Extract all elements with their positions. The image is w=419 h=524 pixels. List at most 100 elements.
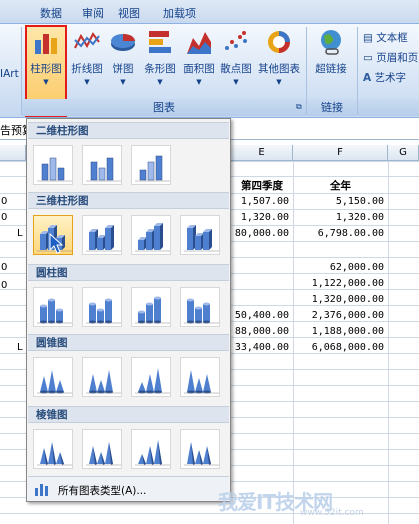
line-chart-button[interactable]: 折线图 ▼ [69, 28, 105, 98]
column-header-g[interactable]: G [388, 145, 419, 161]
column-chart-button[interactable]: 柱形图 ▼ [27, 28, 65, 98]
column-header-e[interactable]: E [231, 145, 293, 161]
cell-value[interactable]: 1,122,000.00 [293, 278, 384, 289]
line-chart-icon [74, 32, 100, 49]
chart-group-title: 图表 [153, 101, 175, 114]
other-charts-icon [268, 31, 290, 53]
chart-subtype-option[interactable] [33, 215, 73, 255]
chart-subtype-option[interactable] [33, 357, 73, 397]
pie-chart-icon [111, 34, 135, 51]
cell-value[interactable]: 1,320.00 [293, 212, 384, 223]
cell-fragment[interactable]: L [17, 228, 23, 239]
tab-data[interactable]: 数据 [40, 5, 62, 21]
cell-value[interactable]: 80,000.00 [231, 228, 289, 239]
chart-subtype-option[interactable] [131, 357, 171, 397]
chevron-down-icon: ▼ [157, 78, 163, 86]
cell-fragment[interactable]: 0 [1, 196, 7, 207]
dialog-launcher-icon[interactable]: ⧉ [296, 102, 302, 112]
textbox-label: 文本框 [376, 32, 408, 44]
chart-subtype-option[interactable] [180, 287, 220, 327]
chart-subtype-icon [86, 370, 121, 394]
cell-value[interactable]: 1,507.00 [231, 196, 289, 207]
textbox-button[interactable]: ▤ 文本框 [363, 30, 408, 45]
cell-value[interactable]: 5,150.00 [293, 196, 384, 207]
scatter-chart-label: 散点图 [220, 63, 252, 75]
chart-subtype-option[interactable] [180, 429, 220, 469]
cell-value[interactable]: 50,400.00 [231, 310, 289, 321]
cell-value[interactable]: 1,320,000.00 [293, 294, 384, 305]
chart-subtype-option[interactable] [82, 287, 122, 327]
column-header-fragment[interactable] [0, 145, 26, 161]
chart-subtype-icon [184, 225, 219, 252]
chevron-down-icon: ▼ [276, 78, 282, 86]
chart-subtype-option[interactable] [180, 357, 220, 397]
all-chart-types-label: 所有图表类型(A)... [58, 485, 147, 497]
text-group-label [358, 99, 419, 116]
chart-subtype-icon [37, 442, 72, 466]
header-footer-button[interactable]: ▭ 页眉和页 [363, 50, 418, 65]
other-charts-button[interactable]: 其他图表 ▼ [256, 28, 302, 98]
chart-subtype-icon [135, 440, 170, 466]
chevron-down-icon: ▼ [84, 78, 90, 86]
chart-subtype-option[interactable] [131, 145, 171, 185]
chart-subtype-icon [37, 225, 72, 254]
chart-subtype-icon [86, 157, 121, 182]
chart-subtype-option[interactable] [82, 215, 122, 255]
link-group-label: 链接 [307, 99, 357, 116]
bar-chart-label: 条形图 [144, 63, 176, 75]
chart-subtype-option[interactable] [180, 215, 220, 255]
cell-header-year[interactable]: 全年 [293, 178, 388, 193]
cell-fragment[interactable]: 0 [1, 262, 7, 273]
cell-fragment[interactable]: L [17, 342, 23, 353]
cell-value[interactable]: 2,376,000.00 [293, 310, 384, 321]
cell-value[interactable]: 62,000.00 [293, 262, 384, 273]
column-header-f[interactable]: F [293, 145, 388, 161]
chart-subtype-icon [86, 442, 121, 466]
cell-value[interactable]: 6,068,000.00 [293, 342, 384, 353]
link-group-title: 链接 [321, 101, 343, 114]
bar-chart-button[interactable]: 条形图 ▼ [142, 28, 178, 98]
gallery-section-header: 圆柱图 [28, 264, 229, 281]
cell-header-q4[interactable]: 第四季度 [231, 178, 293, 193]
tab-review[interactable]: 审阅 [82, 5, 104, 21]
cell-value[interactable]: 33,400.00 [231, 342, 289, 353]
chart-subtype-option[interactable] [131, 429, 171, 469]
pie-chart-button[interactable]: 饼图 ▼ [107, 28, 139, 98]
chart-subtype-option[interactable] [82, 145, 122, 185]
chart-subtype-icon [37, 157, 72, 182]
area-chart-icon [187, 32, 211, 54]
header-footer-icon: ▭ [363, 52, 373, 64]
chart-subtype-option[interactable] [82, 357, 122, 397]
chart-subtype-icon [37, 370, 72, 394]
cell-value[interactable]: 1,320.00 [231, 212, 289, 223]
chart-subtype-icon [184, 370, 219, 394]
tab-view[interactable]: 视图 [118, 5, 140, 21]
chart-subtype-option[interactable] [33, 145, 73, 185]
chart-subtype-icon [135, 296, 170, 324]
area-chart-button[interactable]: 面积图 ▼ [181, 28, 217, 98]
tab-addins[interactable]: 加载项 [163, 5, 196, 21]
scatter-chart-button[interactable]: 散点图 ▼ [218, 28, 254, 98]
cell-fragment[interactable]: 0 [1, 280, 7, 291]
chart-subtype-option[interactable] [82, 429, 122, 469]
chart-subtype-option[interactable] [33, 287, 73, 327]
wordart-button[interactable]: A 艺术字 [363, 70, 406, 85]
chart-subtype-option[interactable] [33, 429, 73, 469]
gallery-section-header: 三维柱形图 [28, 192, 229, 209]
cell-fragment[interactable]: 0 [1, 212, 7, 223]
globe-link-icon [321, 30, 341, 55]
chevron-down-icon: ▼ [196, 78, 202, 86]
pie-chart-label: 饼图 [112, 63, 134, 75]
hyperlink-button[interactable]: 超链接 [311, 28, 351, 98]
chart-subtype-option[interactable] [131, 215, 171, 255]
bar-chart-icon [149, 31, 171, 53]
cell-value[interactable]: 88,000.00 [231, 326, 289, 337]
cell-value[interactable]: 1,188,000.00 [293, 326, 384, 337]
chart-subtype-option[interactable] [131, 287, 171, 327]
chart-subtype-icon [184, 442, 219, 466]
chart-subtype-icon [135, 368, 170, 394]
cell-value[interactable]: 6,798.00.00 [293, 228, 384, 239]
scatter-chart-icon [225, 31, 247, 50]
all-chart-types-button[interactable]: 所有图表类型(A)... [28, 476, 229, 501]
chart-subtype-icon [86, 298, 121, 324]
